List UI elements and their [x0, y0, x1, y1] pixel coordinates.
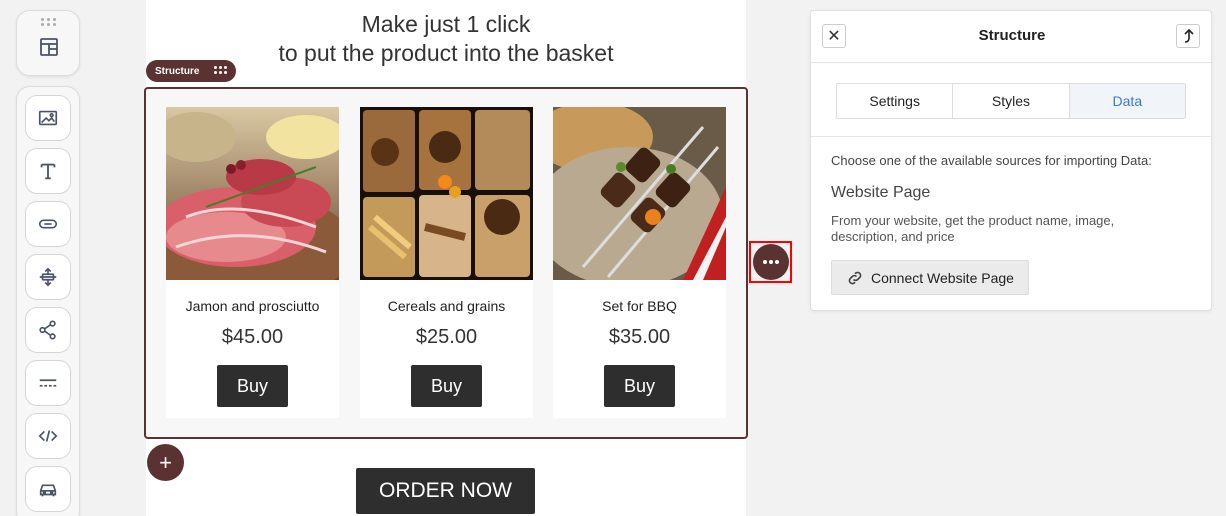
tab-data[interactable]: Data [1069, 84, 1185, 118]
structure-chip[interactable]: Structure [146, 60, 236, 82]
product-image-cereals [360, 107, 533, 280]
product-block-button[interactable] [25, 466, 71, 512]
buy-button[interactable]: Buy [604, 365, 675, 407]
car-icon [39, 484, 57, 497]
panel-divider [811, 62, 1211, 63]
data-sources-intro: Choose one of the available sources for … [831, 153, 1152, 168]
button-block-button[interactable] [25, 201, 71, 247]
product-image-bbq [553, 107, 726, 280]
tab-styles[interactable]: Styles [953, 84, 1070, 118]
more-options-button[interactable] [749, 241, 792, 283]
product-name: Cereals and grains [387, 298, 506, 314]
connect-website-page-button[interactable]: Connect Website Page [831, 260, 1029, 295]
product-card[interactable]: Jamon and prosciutto $45.00 Buy [166, 107, 339, 418]
source-title: Website Page [831, 184, 931, 201]
link-icon [848, 271, 862, 284]
text-block-button[interactable] [25, 148, 71, 194]
product-card[interactable]: Set for BBQ $35.00 Buy [553, 107, 726, 418]
product-name: Set for BBQ [602, 298, 677, 314]
product-name: Jamon and prosciutto [185, 298, 320, 314]
move-up-button[interactable] [1176, 24, 1200, 48]
spacer-block-button[interactable] [25, 254, 71, 300]
image-icon [38, 110, 58, 126]
drag-handle-icon[interactable] [41, 18, 57, 26]
product-price: $45.00 [221, 326, 284, 348]
code-icon [38, 430, 58, 442]
add-block-button[interactable]: + [147, 444, 184, 481]
share-icon [39, 320, 56, 340]
connect-label: Connect Website Page [871, 269, 1014, 286]
drag-dots-icon[interactable] [214, 66, 228, 76]
buy-button[interactable]: Buy [217, 365, 288, 407]
layout-block-icon[interactable] [37, 35, 61, 59]
panel-divider [811, 136, 1211, 137]
move-up-icon [1184, 28, 1194, 43]
image-block-button[interactable] [25, 95, 71, 141]
product-image-jamon [166, 107, 339, 280]
panel-tabs: Settings Styles Data [836, 83, 1186, 119]
structure-settings-panel: ✕ Structure Settings Styles Data Choose … [810, 10, 1212, 311]
toolbar-blocks-panel [16, 86, 80, 516]
plus-icon: + [159, 449, 172, 475]
product-card[interactable]: Cereals and grains $25.00 Buy [360, 107, 533, 418]
product-price: $35.00 [608, 326, 671, 348]
order-now-button[interactable]: ORDER NOW [356, 468, 535, 514]
buy-button[interactable]: Buy [411, 365, 482, 407]
spacer-icon [39, 267, 57, 287]
tab-settings[interactable]: Settings [837, 84, 954, 118]
code-block-button[interactable] [25, 413, 71, 459]
headline-text[interactable]: Make just 1 click to put the product int… [146, 10, 746, 68]
more-options-icon [752, 244, 789, 280]
divider-block-button[interactable] [25, 360, 71, 406]
divider-icon [39, 379, 57, 387]
toolbar-top-panel [16, 10, 80, 76]
editor-stage: Make just 1 click to put the product int… [0, 0, 1226, 516]
product-price: $25.00 [415, 326, 478, 348]
headline-line-1: Make just 1 click [361, 11, 531, 37]
social-block-button[interactable] [25, 307, 71, 353]
structure-chip-label: Structure [155, 65, 200, 77]
headline-line-2: to put the product into the basket [278, 40, 614, 66]
panel-title: Structure [978, 27, 1046, 44]
source-description: From your website, get the product name,… [831, 213, 1115, 244]
button-icon [38, 219, 58, 229]
text-icon [40, 163, 56, 180]
